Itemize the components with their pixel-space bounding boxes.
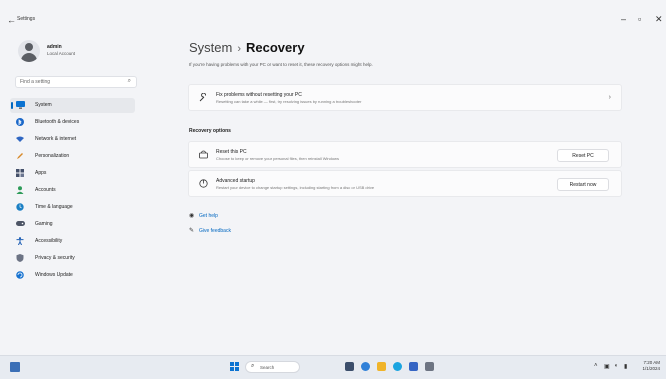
chevron-right-icon: ›: [608, 94, 611, 101]
sidebar-item-label: System: [35, 102, 52, 108]
start-icon[interactable]: [230, 362, 240, 372]
sidebar-item-label: Bluetooth & devices: [35, 119, 80, 125]
accessibility-icon: [16, 237, 24, 246]
sidebar-item-label: Network & internet: [35, 136, 77, 142]
sidebar-item-label: Apps: [35, 170, 47, 176]
sidebar-item-label: Accessibility: [35, 238, 63, 244]
reset-pc-button[interactable]: Reset PC: [557, 149, 609, 162]
clock[interactable]: 7:20 AM 1/1/2024: [642, 360, 660, 372]
globe-clock-icon: [16, 203, 24, 211]
sidebar-item-privacy[interactable]: Privacy & security: [10, 251, 135, 266]
restart-now-button[interactable]: Restart now: [557, 178, 609, 191]
breadcrumb-parent[interactable]: System: [189, 40, 232, 55]
card-title: Advanced startup: [216, 178, 255, 184]
volume-icon[interactable]: ◖: [614, 363, 618, 369]
card-subtitle: Resetting can take a while — first, try …: [216, 99, 362, 104]
sidebar-item-label: Windows Update: [35, 272, 73, 278]
sidebar-item-network[interactable]: Network & internet: [10, 132, 135, 147]
task-view-icon[interactable]: [345, 362, 354, 371]
sidebar-item-gaming[interactable]: Gaming: [10, 217, 135, 232]
advanced-startup-card: Advanced startup Restart your device to …: [188, 170, 622, 197]
sidebar-item-accounts[interactable]: Accounts: [10, 183, 135, 198]
selection-indicator: [11, 102, 13, 109]
breadcrumb: System › Recovery: [189, 40, 305, 55]
sidebar-item-label: Time & language: [35, 204, 73, 210]
wrench-icon: [199, 92, 208, 104]
search-box[interactable]: ⌕: [15, 76, 137, 88]
sidebar-item-personalization[interactable]: Personalization: [10, 149, 135, 164]
shield-icon: [16, 254, 24, 262]
search-input[interactable]: [20, 78, 120, 86]
sidebar-item-label: Gaming: [35, 221, 53, 227]
advanced-startup-icon: [199, 179, 208, 190]
update-icon: [16, 271, 24, 279]
sidebar-item-apps[interactable]: Apps: [10, 166, 135, 181]
apps-icon: [16, 169, 24, 177]
user-name: admin: [47, 44, 62, 50]
edge-icon[interactable]: [361, 362, 370, 371]
page-title: Recovery: [246, 40, 305, 55]
minimize-button[interactable]: –: [621, 14, 626, 24]
breadcrumb-separator: ›: [237, 43, 242, 55]
store-icon[interactable]: [409, 362, 418, 371]
user-profile[interactable]: admin Local Account: [18, 40, 138, 66]
monitor-icon: [16, 101, 25, 109]
card-subtitle: Restart your device to change startup se…: [216, 185, 375, 190]
file-explorer-icon[interactable]: [377, 362, 386, 371]
link-label: Get help: [199, 213, 218, 219]
settings-icon[interactable]: [425, 362, 434, 371]
sidebar-item-label: Privacy & security: [35, 255, 75, 261]
sidebar-item-time-language[interactable]: Time & language: [10, 200, 135, 215]
card-title: Reset this PC: [216, 149, 247, 155]
pencil-icon: [16, 152, 24, 160]
sidebar-item-accessibility[interactable]: Accessibility: [10, 234, 135, 249]
bluetooth-icon: [16, 118, 24, 126]
gamepad-icon: [16, 220, 25, 228]
help-icon: ◉: [189, 213, 195, 219]
sidebar-item-system[interactable]: System: [10, 98, 135, 113]
give-feedback-link[interactable]: ✎ Give feedback: [189, 227, 231, 234]
taskbar-search[interactable]: ⌕ Search: [245, 361, 300, 373]
wifi-icon: [16, 135, 24, 143]
sidebar: admin Local Account ⌕ System Bluetooth &…: [0, 40, 145, 355]
widgets-icon[interactable]: [10, 362, 20, 372]
get-help-link[interactable]: ◉ Get help: [189, 212, 218, 219]
card-subtitle: Choose to keep or remove your personal f…: [216, 156, 339, 161]
clock-date: 1/1/2024: [642, 366, 660, 371]
sidebar-item-windows-update[interactable]: Windows Update: [10, 268, 135, 283]
browser-icon[interactable]: [393, 362, 402, 371]
card-title: Fix problems without resetting your PC: [216, 92, 302, 98]
close-button[interactable]: ✕: [655, 14, 663, 25]
taskbar: ⌕ Search ˄ ▣ ◖ ▮ 7:20 AM 1/1/2024: [0, 355, 666, 379]
feedback-icon: ✎: [189, 228, 195, 234]
sidebar-item-label: Accounts: [35, 187, 56, 193]
taskbar-search-label: Search: [260, 365, 275, 370]
reset-pc-icon: [199, 150, 208, 161]
reset-pc-card: Reset this PC Choose to keep or remove y…: [188, 141, 622, 168]
search-icon: ⌕: [251, 363, 255, 369]
network-icon[interactable]: ▣: [604, 363, 610, 370]
back-arrow-icon[interactable]: ←: [7, 15, 16, 25]
fix-problems-card[interactable]: Fix problems without resetting your PC R…: [188, 84, 622, 111]
avatar: [18, 40, 40, 62]
link-label: Give feedback: [199, 228, 231, 234]
sidebar-item-label: Personalization: [35, 153, 70, 159]
title-bar: ← Settings – ▫ ✕: [0, 0, 666, 40]
recovery-options-header: Recovery options: [189, 128, 231, 134]
account-type: Local Account: [47, 51, 76, 56]
app-title: Settings: [17, 16, 36, 22]
sidebar-item-bluetooth[interactable]: Bluetooth & devices: [10, 115, 135, 130]
battery-icon[interactable]: ▮: [624, 363, 627, 370]
maximize-button[interactable]: ▫: [638, 14, 641, 24]
search-icon[interactable]: ⌕: [128, 78, 131, 85]
page-description: If you're having problems with your PC o…: [189, 62, 373, 67]
person-icon: [16, 186, 24, 194]
chevron-up-icon[interactable]: ˄: [594, 363, 598, 369]
